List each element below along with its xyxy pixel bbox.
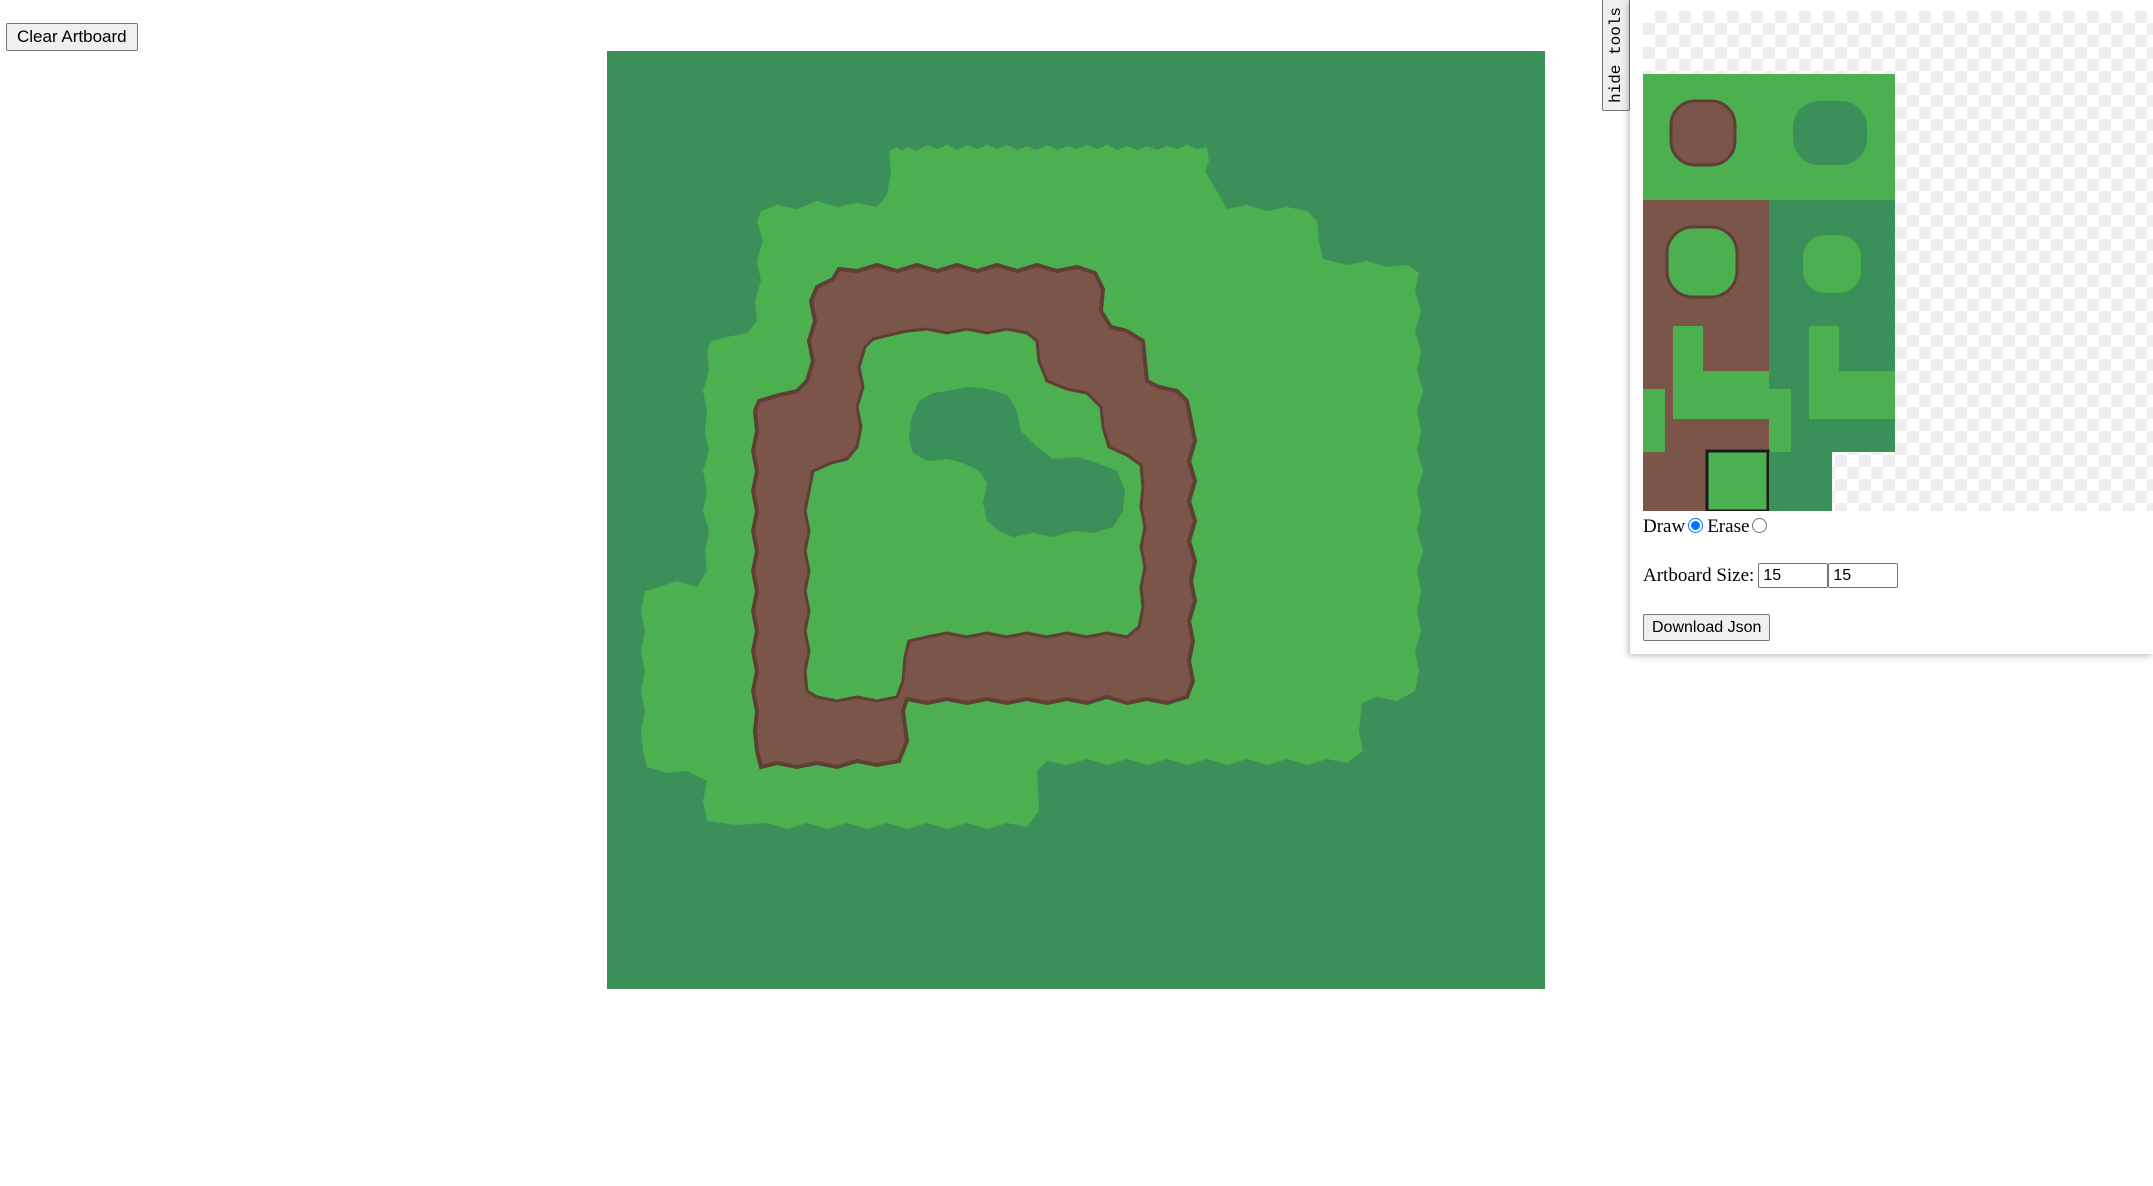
draw-radio[interactable] [1688, 517, 1704, 533]
tile-dirt-fill[interactable] [1643, 452, 1706, 511]
artboard-width-input[interactable] [1758, 563, 1829, 588]
tile-map[interactable] [607, 51, 1545, 989]
erase-radio[interactable] [1752, 517, 1768, 533]
hide-tools-button[interactable]: hide tools [1602, 0, 1630, 111]
tileset-grid[interactable] [1643, 11, 2153, 511]
mode-selector: Draw Erase [1643, 516, 1771, 538]
tile-dirt-patch[interactable] [1643, 74, 1769, 200]
artboard-height-input[interactable] [1828, 563, 1899, 588]
tools-panel: Draw Erase Artboard Size: Download Json [1630, 0, 2153, 654]
hide-tools-label: hide tools [1607, 6, 1626, 104]
artboard-canvas[interactable] [607, 51, 1545, 989]
draw-label: Draw [1643, 516, 1686, 537]
download-json-button[interactable]: Download Json [1643, 614, 1771, 641]
tile-dark-patch[interactable] [1769, 74, 1895, 200]
artboard-size-label: Artboard Size: [1643, 564, 1755, 586]
tile-dark-grass-corners[interactable] [1769, 326, 1895, 452]
tile-dark-fill[interactable] [1769, 452, 1832, 511]
tile-grass-in-dark[interactable] [1769, 200, 1895, 326]
erase-label: Erase [1707, 516, 1750, 537]
tileset-palette[interactable] [1643, 11, 2153, 511]
tile-grass-in-dirt[interactable] [1643, 200, 1769, 326]
clear-artboard-button[interactable]: Clear Artboard [6, 23, 138, 51]
tile-dirt-grass-corners[interactable] [1643, 326, 1769, 452]
tile-grass-fill[interactable] [1705, 449, 1770, 511]
artboard-size-row: Artboard Size: [1643, 563, 1899, 588]
